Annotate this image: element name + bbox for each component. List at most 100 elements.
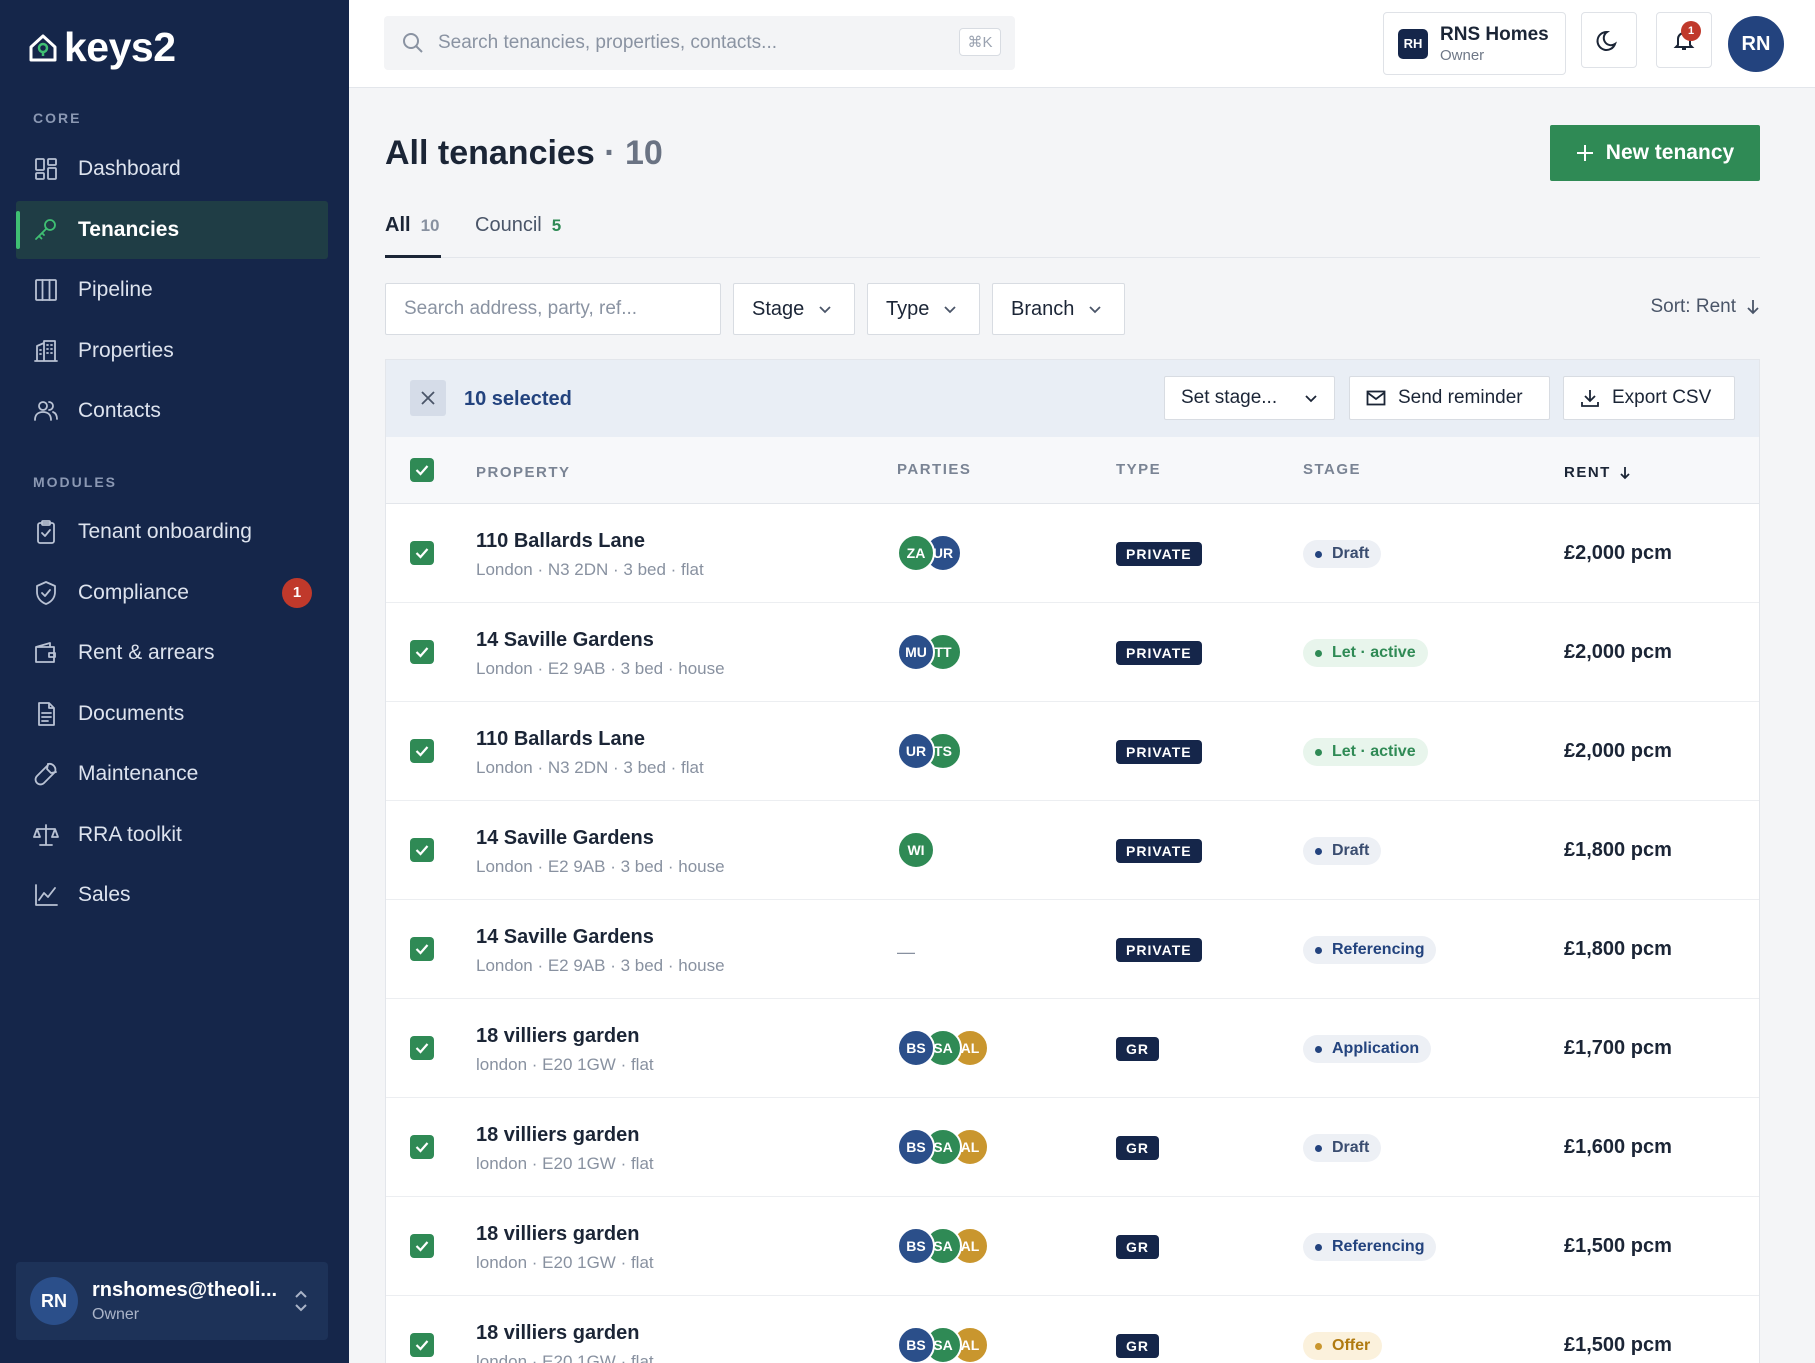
sidebar-item-label: Maintenance (78, 762, 199, 785)
property-name[interactable]: 14 Saville Gardens (476, 629, 654, 652)
table-search-input[interactable]: Search address, party, ref... (385, 283, 721, 335)
row-checkbox[interactable] (410, 1036, 434, 1060)
party-avatar[interactable]: ZA (897, 534, 935, 572)
sidebar-item-compliance[interactable]: Compliance 1 (16, 564, 328, 622)
property-name[interactable]: 18 villiers garden (476, 1025, 639, 1048)
columns-icon (35, 279, 57, 301)
property-name[interactable]: 110 Ballards Lane (476, 530, 645, 553)
table-row[interactable]: 14 Saville Gardens London · E2 9AB · 3 be… (386, 801, 1759, 900)
row-checkbox[interactable] (410, 1333, 434, 1357)
sort-control[interactable]: Sort: Rent (1650, 296, 1760, 318)
tab-all-label: All (385, 214, 411, 236)
table-row[interactable]: 18 villiers garden london · E20 1GW · fla… (386, 1197, 1759, 1296)
party-avatar[interactable]: BS (897, 1128, 935, 1166)
modules-nav: Tenant onboarding Compliance 1 Rent & arrea… (16, 503, 328, 927)
sidebar-item-label: Documents (78, 701, 185, 725)
topbar: Search tenancies, properties, contacts..… (349, 0, 1815, 88)
header-rent[interactable]: RENT (1564, 464, 1631, 481)
app-logo[interactable]: keys2 (28, 24, 176, 71)
check-icon (415, 1241, 429, 1252)
mail-icon (1366, 390, 1386, 406)
shortcut-hint: ⌘K (959, 28, 1001, 56)
stage-filter[interactable]: Stage (733, 283, 855, 335)
select-all-checkbox[interactable] (410, 458, 434, 482)
new-tenancy-label: New tenancy (1605, 141, 1735, 164)
tenancies-table: 10 selected Set stage... Send reminder E… (385, 359, 1760, 1363)
row-checkbox[interactable] (410, 739, 434, 763)
sidebar-item-pipeline[interactable]: Pipeline (16, 261, 328, 319)
table-row[interactable]: 18 villiers garden london · E20 1GW · fla… (386, 1296, 1759, 1363)
table-header: PROPERTY PARTIES TYPE STAGE RENT (386, 437, 1759, 504)
property-name[interactable]: 110 Ballards Lane (476, 728, 645, 751)
sidebar-item-label: Tenancies (78, 217, 180, 241)
row-checkbox[interactable] (410, 838, 434, 862)
type-badge: PRIVATE (1116, 542, 1202, 566)
branch-filter[interactable]: Branch (992, 283, 1125, 335)
export-csv-button[interactable]: Export CSV (1563, 376, 1735, 420)
sidebar-item-tenancies[interactable]: Tenancies (16, 200, 328, 259)
profile-avatar[interactable]: RN (1728, 16, 1784, 72)
sidebar-item-sales[interactable]: Sales (16, 866, 328, 924)
header-property[interactable]: PROPERTY (476, 464, 571, 481)
global-search-input[interactable]: Search tenancies, properties, contacts..… (384, 16, 1015, 70)
sidebar-item-maintenance[interactable]: Maintenance (16, 745, 328, 803)
rent-value: £1,800 pcm (1564, 938, 1672, 960)
theme-toggle-button[interactable] (1581, 12, 1637, 68)
table-row[interactable]: 14 Saville Gardens London · E2 9AB · 3 be… (386, 603, 1759, 702)
avatar: RN (30, 1277, 78, 1325)
table-row[interactable]: 110 Ballards Lane London · N3 2DN · 3 bed… (386, 702, 1759, 801)
header-type[interactable]: TYPE (1116, 461, 1161, 478)
stage-label: Application (1332, 1040, 1420, 1057)
chevron-down-icon (1089, 306, 1102, 314)
stage-label: Draft (1332, 842, 1370, 859)
property-name[interactable]: 18 villiers garden (476, 1322, 639, 1345)
property-name[interactable]: 18 villiers garden (476, 1124, 639, 1147)
check-icon (415, 1043, 429, 1054)
user-menu[interactable]: RN rnshomes@theoli... Owner (16, 1262, 328, 1340)
stage-filter-label: Stage (752, 297, 805, 320)
new-tenancy-button[interactable]: New tenancy (1550, 125, 1760, 181)
sidebar-item-properties[interactable]: Properties (16, 322, 328, 380)
sidebar-item-rra-toolkit[interactable]: RRA toolkit (16, 806, 328, 864)
tab-all[interactable]: All 10 (385, 208, 441, 258)
row-checkbox[interactable] (410, 640, 434, 664)
party-avatar[interactable]: UR (897, 732, 935, 770)
table-row[interactable]: 110 Ballards Lane London · N3 2DN · 3 bed… (386, 504, 1759, 603)
org-badge: RH (1398, 28, 1428, 59)
sidebar-item-contacts[interactable]: Contacts (16, 382, 328, 440)
property-details: London · N3 2DN · 3 bed · flat (476, 758, 704, 777)
table-row[interactable]: 18 villiers garden london · E20 1GW · fla… (386, 1098, 1759, 1197)
stage-label: Draft (1332, 1139, 1370, 1156)
sidebar-item-dashboard[interactable]: Dashboard (16, 140, 328, 198)
notifications-button[interactable]: 1 (1656, 12, 1712, 68)
property-name[interactable]: 14 Saville Gardens (476, 827, 654, 850)
party-avatar[interactable]: BS (897, 1326, 935, 1363)
property-name[interactable]: 14 Saville Gardens (476, 926, 654, 949)
property-name[interactable]: 18 villiers garden (476, 1223, 639, 1246)
row-checkbox[interactable] (410, 937, 434, 961)
sidebar-item-label: Properties (78, 338, 174, 362)
row-checkbox[interactable] (410, 541, 434, 565)
sidebar-item-tenant-onboarding[interactable]: Tenant onboarding (16, 503, 328, 561)
sidebar-item-documents[interactable]: Documents (16, 685, 328, 743)
header-parties[interactable]: PARTIES (897, 461, 971, 478)
tab-council[interactable]: Council 5 (475, 208, 561, 258)
row-checkbox[interactable] (410, 1234, 434, 1258)
set-stage-select[interactable]: Set stage... (1164, 376, 1335, 420)
clear-selection-button[interactable] (410, 380, 446, 416)
table-row[interactable]: 18 villiers garden london · E20 1GW · fla… (386, 999, 1759, 1098)
table-row[interactable]: 14 Saville Gardens London · E2 9AB · 3 be… (386, 900, 1759, 999)
row-checkbox[interactable] (410, 1135, 434, 1159)
party-avatar[interactable]: BS (897, 1227, 935, 1265)
tabs: All 10 Council 5 (385, 208, 1760, 258)
compliance-badge: 1 (282, 577, 312, 608)
party-avatar[interactable]: WI (897, 831, 935, 869)
org-switcher[interactable]: RH RNS Homes Owner (1383, 12, 1566, 75)
header-stage[interactable]: STAGE (1303, 461, 1361, 478)
party-avatar[interactable]: MU (897, 633, 935, 671)
party-avatar[interactable]: BS (897, 1029, 935, 1067)
sidebar-item-rent-arrears[interactable]: Rent & arrears (16, 624, 328, 682)
type-filter[interactable]: Type (867, 283, 980, 335)
stage-badge: Draft (1303, 837, 1382, 865)
send-reminder-button[interactable]: Send reminder (1349, 376, 1550, 420)
